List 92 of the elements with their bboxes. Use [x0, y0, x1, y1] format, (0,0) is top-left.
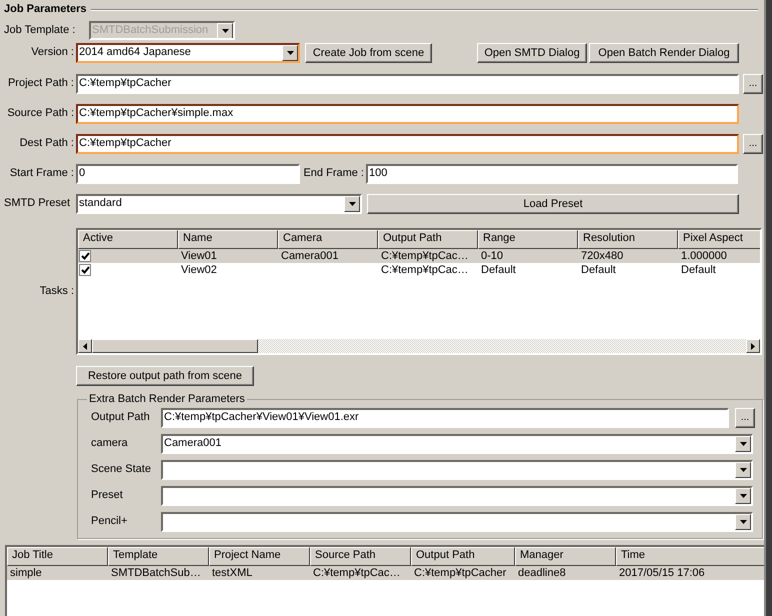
column-header[interactable]: Output Path	[378, 230, 478, 249]
caret-icon	[348, 202, 356, 206]
browse-button[interactable]: ...	[735, 408, 755, 428]
checkbox[interactable]	[79, 250, 91, 262]
dropdown-field[interactable]	[161, 460, 753, 480]
group-title: Job Parameters	[4, 2, 87, 16]
field-label: Version :	[30, 46, 74, 60]
caret-icon	[740, 468, 746, 472]
table-cell-text: Default	[480, 263, 517, 277]
field-label: Preset	[91, 489, 124, 503]
table-cell-text: View01	[180, 249, 218, 263]
table-cell-text: simple	[9, 566, 43, 580]
field-label: Scene State	[91, 463, 152, 477]
field-label: Source Path :	[6, 107, 74, 121]
column-header[interactable]: Camera	[278, 230, 378, 249]
right-arrow-icon	[751, 342, 755, 350]
field-label: End Frame :	[302, 167, 364, 181]
column-header[interactable]: Source Path	[310, 547, 411, 566]
table-cell-text: 0-10	[480, 249, 504, 263]
field-label: Pencil+	[91, 515, 128, 529]
input-field[interactable]: C:¥temp¥tpCacher	[76, 74, 739, 94]
field-label: Output Path	[91, 411, 151, 425]
table-cell-text: Default	[580, 263, 617, 277]
table-cell-text: C:¥temp¥tpCac…	[380, 249, 470, 263]
input-field[interactable]: C:¥temp¥tpCacher	[76, 134, 739, 154]
dropdown-button[interactable]	[735, 462, 751, 478]
dropdown-button[interactable]	[735, 436, 751, 452]
left-arrow-icon	[83, 342, 87, 350]
column-header[interactable]: Active	[78, 230, 178, 249]
column-header[interactable]: Range	[478, 230, 578, 249]
table-cell-text: deadline8	[517, 566, 567, 580]
dropdown-field[interactable]: 2014 amd64 Japanese	[76, 43, 300, 63]
field-label: Project Path :	[6, 77, 74, 91]
browse-button[interactable]: ...	[743, 134, 763, 154]
dropdown-field[interactable]: Camera001	[161, 434, 753, 454]
field-label: Tasks :	[38, 284, 74, 298]
column-header[interactable]: Time	[616, 547, 766, 566]
table-cell-text: testXML	[211, 566, 254, 580]
field-label: Dest Path :	[18, 137, 74, 151]
dropdown-field[interactable]	[161, 486, 753, 506]
restore-button[interactable]: Restore output path from scene	[76, 366, 254, 386]
column-header[interactable]: Pixel Aspect	[678, 230, 760, 249]
horizontal-scrollbar[interactable]	[78, 339, 760, 353]
dropdown-field[interactable]: standard	[76, 194, 362, 214]
table-cell-text: SMTDBatchSub…	[110, 566, 202, 580]
column-header[interactable]: Manager	[515, 547, 616, 566]
field-label: Job Template :	[4, 24, 76, 38]
dropdown-field[interactable]	[161, 512, 753, 532]
caret-icon	[740, 494, 746, 498]
table-cell-text: View02	[180, 263, 218, 277]
create-job-button[interactable]: Create Job from scene	[305, 43, 432, 63]
caret-icon	[740, 442, 746, 446]
table-cell-text: 1.000000	[680, 249, 728, 263]
field-label: SMTD Preset	[4, 197, 72, 211]
column-header[interactable]: Job Title	[7, 547, 108, 566]
browse-button[interactable]: ...	[743, 74, 763, 94]
dropdown-button[interactable]	[282, 45, 298, 61]
table-row[interactable]: View01 Camera001 C:¥temp¥tpCac… 0-10 720x480 1.000000	[78, 249, 760, 263]
table-cell-text: Camera001	[280, 249, 340, 263]
table-cell-text: C:¥temp¥tpCac…	[312, 566, 402, 580]
column-header[interactable]: Output Path	[411, 547, 515, 566]
table-cell-text: 2017/05/15 17:06	[618, 566, 706, 580]
dialog-button[interactable]: Open SMTD Dialog	[477, 43, 587, 63]
caret-icon	[286, 51, 294, 55]
field-label: Start Frame :	[8, 167, 74, 181]
dialog-button[interactable]: Open Batch Render Dialog	[589, 43, 739, 63]
table-row[interactable]: simple SMTDBatchSub… testXML C:¥temp¥tpCac… C:¥temp¥tpCacher deadline8 2017/05/15 17:06	[7, 566, 766, 580]
column-header[interactable]: Name	[178, 230, 278, 249]
table-row[interactable]: View02 C:¥temp¥tpCac… Default Default Default	[78, 263, 760, 277]
scroll-left-button[interactable]	[78, 339, 92, 353]
field-label: camera	[91, 437, 129, 451]
caret-icon	[222, 28, 228, 32]
table-cell-text: C:¥temp¥tpCac…	[380, 263, 470, 277]
scroll-thumb[interactable]	[92, 339, 258, 353]
group-title: Extra Batch Render Parameters	[88, 392, 246, 406]
table-cell-text: 720x480	[580, 249, 624, 263]
dropdown-button[interactable]	[735, 514, 751, 530]
checkbox[interactable]	[79, 264, 91, 276]
table-cell-text: C:¥temp¥tpCacher	[413, 566, 508, 580]
column-header[interactable]: Project Name	[209, 547, 310, 566]
table-cell-text: Default	[680, 263, 717, 277]
dropdown-button[interactable]	[735, 488, 751, 504]
input-field[interactable]: C:¥temp¥tpCacher¥View01¥View01.exr	[161, 408, 729, 428]
input-field[interactable]: C:¥temp¥tpCacher¥simple.max	[76, 104, 739, 124]
dropdown-button[interactable]	[344, 196, 360, 212]
scroll-right-button[interactable]	[746, 339, 760, 353]
input-field[interactable]: 100	[366, 164, 738, 184]
caret-icon	[740, 520, 746, 524]
load-preset-button[interactable]: Load Preset	[367, 194, 739, 214]
column-header[interactable]: Template	[108, 547, 209, 566]
column-header[interactable]: Resolution	[578, 230, 678, 249]
input-field[interactable]: 0	[76, 164, 300, 184]
